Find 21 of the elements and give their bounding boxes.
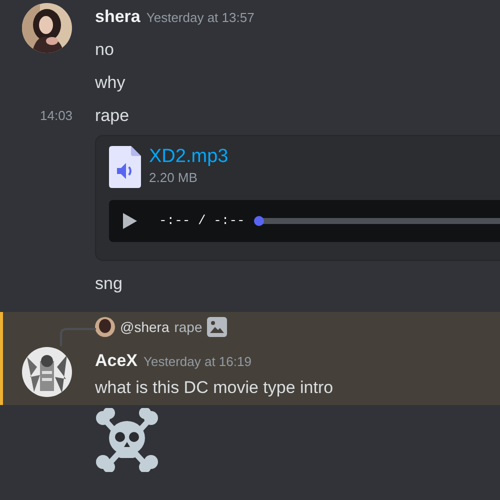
progress-thumb[interactable] <box>254 216 264 226</box>
hover-timestamp: 14:03 <box>40 107 73 125</box>
skull-crossbones-icon <box>95 408 159 472</box>
message-text: sng <box>95 274 122 293</box>
message-text: no <box>95 40 114 59</box>
playback-time: -:-- / -:-- <box>159 212 245 230</box>
timestamp: Yesterday at 16:19 <box>144 354 252 369</box>
author-name[interactable]: AceX <box>95 351 138 370</box>
play-icon[interactable] <box>123 213 137 229</box>
image-icon <box>207 317 228 337</box>
file-size: 2.20 MB <box>149 169 198 187</box>
audio-file-icon <box>109 146 141 188</box>
author-name[interactable]: shera <box>95 7 140 26</box>
file-link[interactable]: XD2.mp3 <box>149 146 228 168</box>
reply-preview[interactable]: rape <box>174 316 202 338</box>
reply-mention[interactable]: @shera <box>120 316 170 338</box>
timestamp: Yesterday at 13:57 <box>146 10 254 25</box>
reply-avatar-icon <box>95 317 115 337</box>
message-text: what is this DC movie type intro <box>95 378 334 396</box>
message-text: why <box>95 73 126 92</box>
message-text: rape <box>95 106 130 125</box>
